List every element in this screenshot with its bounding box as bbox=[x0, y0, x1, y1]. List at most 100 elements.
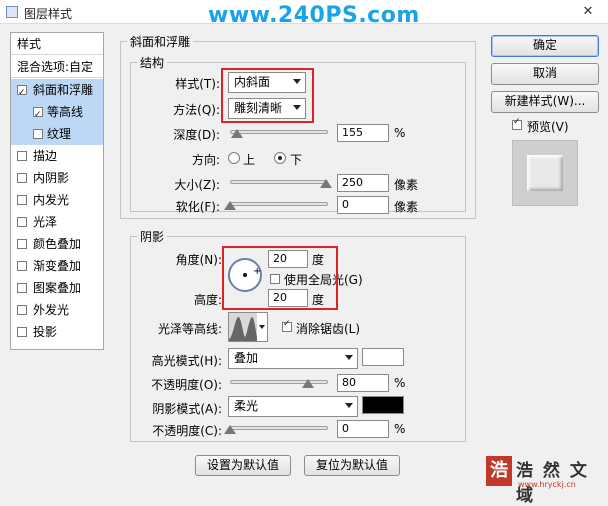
style-checkbox[interactable] bbox=[17, 217, 27, 227]
depth-input[interactable]: 155 bbox=[337, 124, 389, 142]
new-style-button[interactable]: 新建样式(W)... bbox=[491, 91, 599, 113]
direction-up-radio[interactable] bbox=[228, 152, 240, 164]
style-checkbox[interactable] bbox=[17, 82, 27, 104]
watermark-text: www.240PS.com bbox=[208, 3, 420, 28]
style-list-item[interactable]: 投影 bbox=[11, 321, 103, 343]
blend-options-label: 混合选项:自定 bbox=[17, 60, 94, 74]
blend-options-item[interactable]: 混合选项:自定 bbox=[11, 56, 103, 78]
depth-unit: % bbox=[394, 126, 406, 140]
highlight-mode-label: 高光模式(H): bbox=[151, 354, 222, 368]
chevron-down-icon bbox=[259, 325, 265, 329]
shadow-mode-value: 柔光 bbox=[234, 399, 259, 413]
close-icon[interactable]: ✕ bbox=[578, 4, 598, 20]
style-checkbox[interactable] bbox=[17, 305, 27, 315]
style-list-item[interactable]: 光泽 bbox=[11, 211, 103, 233]
style-list: 样式 混合选项:自定 斜面和浮雕等高线纹理描边内阴影内发光光泽颜色叠加渐变叠加图… bbox=[10, 32, 104, 350]
style-list-item[interactable]: 内阴影 bbox=[11, 167, 103, 189]
size-input[interactable]: 250 bbox=[337, 174, 389, 192]
ok-button[interactable]: 确定 bbox=[491, 35, 599, 57]
highlight-mode-value: 叠加 bbox=[234, 351, 259, 365]
depth-label: 深度(D): bbox=[173, 128, 220, 142]
style-checkbox[interactable] bbox=[17, 195, 27, 205]
style-checkbox[interactable] bbox=[33, 129, 43, 139]
highlight-opacity-unit: % bbox=[394, 376, 406, 390]
style-checkbox[interactable] bbox=[17, 151, 27, 161]
make-default-button[interactable]: 设置为默认值 bbox=[195, 455, 291, 476]
style-checkbox[interactable] bbox=[17, 327, 27, 337]
style-checkbox[interactable] bbox=[17, 173, 27, 183]
direction-down-radio[interactable] bbox=[274, 152, 286, 164]
shadow-opacity-thumb[interactable] bbox=[224, 425, 236, 434]
style-list-item-label: 外发光 bbox=[33, 303, 70, 317]
shadow-opacity-input[interactable]: 0 bbox=[337, 420, 389, 438]
gloss-contour-label: 光泽等高线: bbox=[157, 322, 222, 336]
style-list-item-label: 等高线 bbox=[47, 105, 84, 119]
shadow-opacity-track[interactable] bbox=[230, 426, 328, 430]
size-label: 大小(Z): bbox=[174, 178, 220, 192]
style-list-item[interactable]: 外发光 bbox=[11, 299, 103, 321]
size-slider-thumb[interactable] bbox=[320, 179, 333, 188]
style-preview-thumbnail bbox=[512, 140, 578, 206]
chevron-down-icon bbox=[345, 355, 353, 360]
size-slider-track[interactable] bbox=[230, 180, 328, 184]
style-list-header-label: 样式 bbox=[17, 37, 42, 51]
highlight-annotation-box bbox=[222, 246, 338, 310]
style-label: 样式(T): bbox=[175, 77, 220, 91]
highlight-opacity-input[interactable]: 80 bbox=[337, 374, 389, 392]
shadow-color-swatch[interactable] bbox=[362, 396, 404, 414]
style-list-item-label: 内发光 bbox=[33, 193, 70, 207]
style-checkbox[interactable] bbox=[17, 261, 27, 271]
shadow-opacity-unit: % bbox=[394, 422, 406, 436]
cancel-button[interactable]: 取消 bbox=[491, 63, 599, 85]
direction-up-label: 上 bbox=[243, 153, 256, 167]
style-list-item-label: 斜面和浮雕 bbox=[33, 83, 94, 97]
bevel-emboss-title: 斜面和浮雕 bbox=[127, 33, 194, 50]
style-list-item-label: 描边 bbox=[33, 149, 58, 163]
style-list-item-label: 纹理 bbox=[47, 127, 72, 141]
style-checkbox[interactable] bbox=[17, 283, 27, 293]
shading-title: 阴影 bbox=[137, 228, 168, 245]
style-list-item[interactable]: 斜面和浮雕 bbox=[11, 79, 103, 104]
window-title: 图层样式 bbox=[24, 7, 73, 21]
style-list-item-label: 投影 bbox=[33, 325, 58, 339]
soften-input[interactable]: 0 bbox=[337, 196, 389, 214]
preview-swatch bbox=[527, 155, 563, 191]
soften-slider-thumb[interactable] bbox=[224, 201, 236, 210]
style-list-item-label: 图案叠加 bbox=[33, 281, 82, 295]
style-list-item-label: 颜色叠加 bbox=[33, 237, 82, 251]
style-list-item-label: 渐变叠加 bbox=[33, 259, 82, 273]
style-list-item[interactable]: 等高线 bbox=[11, 101, 103, 126]
highlight-opacity-thumb[interactable] bbox=[302, 379, 315, 388]
soften-unit: 像素 bbox=[394, 200, 419, 214]
site-logo: 浩 浩 然 文 域 www.hryckj.cn bbox=[486, 456, 602, 506]
style-list-item[interactable]: 渐变叠加 bbox=[11, 255, 103, 277]
depth-slider-track[interactable] bbox=[230, 130, 328, 134]
highlight-color-swatch[interactable] bbox=[362, 348, 404, 366]
highlight-annotation-box bbox=[221, 68, 314, 123]
preview-checkbox[interactable] bbox=[512, 117, 522, 130]
logo-site: www.hryckj.cn bbox=[518, 480, 576, 489]
size-unit: 像素 bbox=[394, 178, 419, 192]
depth-slider-thumb[interactable] bbox=[230, 129, 243, 138]
style-list-item[interactable]: 描边 bbox=[11, 145, 103, 167]
antialias-label: 消除锯齿(L) bbox=[296, 322, 361, 336]
gloss-contour-picker[interactable] bbox=[228, 312, 268, 342]
style-list-item[interactable]: 颜色叠加 bbox=[11, 233, 103, 255]
style-list-item[interactable]: 图案叠加 bbox=[11, 277, 103, 299]
style-checkbox[interactable] bbox=[33, 104, 43, 126]
antialias-checkbox[interactable] bbox=[282, 319, 292, 332]
highlight-mode-select[interactable]: 叠加 bbox=[228, 348, 358, 369]
logo-mark: 浩 bbox=[486, 456, 512, 486]
structure-title: 结构 bbox=[137, 54, 168, 71]
angle-label: 角度(N): bbox=[175, 253, 222, 267]
technique-label: 方法(Q): bbox=[173, 103, 220, 117]
style-checkbox[interactable] bbox=[17, 239, 27, 249]
chevron-down-icon bbox=[345, 403, 353, 408]
shadow-mode-select[interactable]: 柔光 bbox=[228, 396, 358, 417]
soften-slider-track[interactable] bbox=[230, 202, 328, 206]
style-list-header[interactable]: 样式 bbox=[11, 33, 103, 55]
contour-curve-icon bbox=[229, 313, 257, 341]
style-list-item[interactable]: 内发光 bbox=[11, 189, 103, 211]
style-list-item[interactable]: 纹理 bbox=[11, 123, 103, 145]
reset-default-button[interactable]: 复位为默认值 bbox=[304, 455, 400, 476]
